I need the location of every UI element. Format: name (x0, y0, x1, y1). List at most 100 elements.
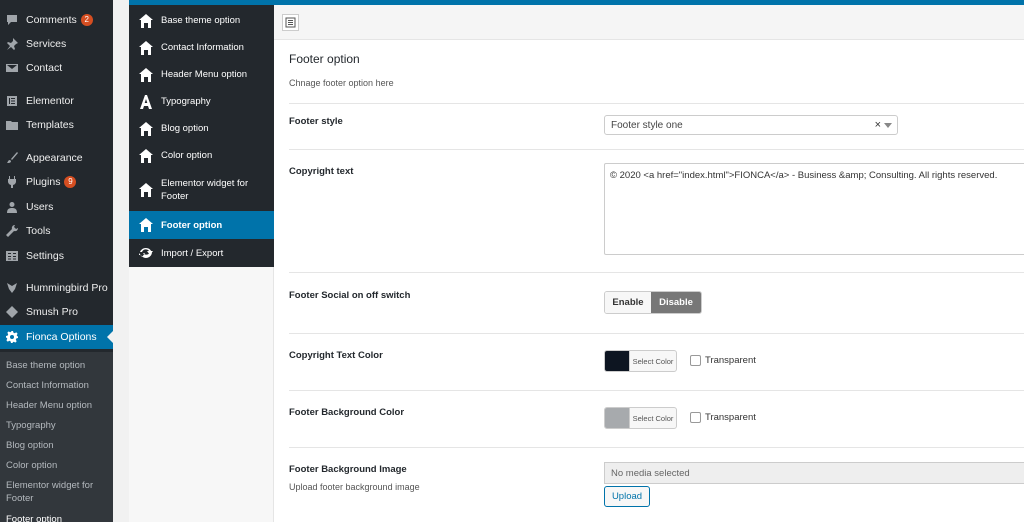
wp-admin-sidebar: Comments 2 Services Contact Elementor Te… (0, 0, 113, 522)
options-menu-label: Typography (161, 96, 211, 107)
divider (289, 272, 1024, 273)
copyright-color-picker[interactable]: Select Color (604, 350, 677, 372)
options-menu-header-menu[interactable]: Header Menu option (129, 61, 274, 88)
clear-icon[interactable]: × (875, 119, 881, 131)
submenu-typography[interactable]: Typography (6, 419, 106, 432)
copyright-text-textarea[interactable]: © 2020 <a href="index.html">FIONCA</a> -… (604, 163, 1024, 255)
submenu-contact-info[interactable]: Contact Information (6, 379, 106, 392)
divider (289, 149, 1024, 150)
comment-icon (4, 13, 20, 27)
divider (289, 447, 1024, 448)
options-menu-label: Base theme option (161, 15, 241, 26)
transparent-checkbox[interactable] (690, 412, 701, 423)
divider (289, 390, 1024, 391)
options-toolbar (274, 5, 1024, 40)
home-icon (138, 67, 154, 83)
submenu-elementor-widget[interactable]: Elementor widget for Footer (6, 479, 106, 505)
options-menu-background (129, 267, 274, 522)
copyright-color-label: Copyright Text Color (289, 350, 383, 361)
options-menu-import-export[interactable]: Import / Export (129, 239, 274, 267)
options-menu-base-theme[interactable]: Base theme option (129, 7, 274, 34)
footer-style-value: Footer style one (611, 119, 683, 131)
hummingbird-icon (4, 281, 20, 295)
wp-menu-label: Users (26, 201, 54, 213)
footer-style-select[interactable]: Footer style one × (604, 115, 898, 135)
options-menu-label: Header Menu option (161, 69, 248, 80)
media-url-field[interactable]: No media selected (604, 462, 1024, 484)
home-icon (138, 148, 154, 164)
options-menu-contact-info[interactable]: Contact Information (129, 34, 274, 61)
wp-menu-label: Comments (26, 14, 77, 26)
wp-menu-appearance[interactable]: Appearance (0, 146, 113, 170)
wp-menu-users[interactable]: Users (0, 195, 113, 219)
brush-icon (4, 151, 20, 165)
wp-menu-contact[interactable]: Contact (0, 56, 113, 80)
options-menu-label: Elementor widget for Footer (161, 178, 249, 202)
mail-icon (4, 61, 20, 75)
divider (289, 333, 1024, 334)
comments-count-badge: 2 (80, 14, 93, 26)
wp-menu-label: Contact (26, 62, 63, 74)
section-title: Footer option (289, 52, 360, 66)
wp-menu-fionca-options[interactable]: Fionca Options (0, 325, 113, 349)
submenu-footer-option[interactable]: Footer option (6, 513, 106, 522)
bg-color-label: Footer Background Color (289, 407, 405, 418)
footer-style-label: Footer style (289, 116, 343, 127)
wp-menu-label: Hummingbird Pro (26, 282, 108, 294)
submenu-base-theme[interactable]: Base theme option (6, 359, 106, 372)
options-menu-elementor-widget[interactable]: Elementor widget for Footer (129, 169, 274, 211)
expand-options-button[interactable] (282, 14, 299, 31)
wp-menu-label: Smush Pro (26, 306, 78, 318)
chevron-down-icon[interactable] (884, 123, 892, 128)
submenu-color[interactable]: Color option (6, 459, 106, 472)
typography-icon (138, 94, 154, 110)
wp-menu-templates[interactable]: Templates (0, 113, 113, 137)
social-switch: Enable Disable (604, 291, 702, 314)
home-icon (138, 217, 154, 233)
select-color-label: Select Color (629, 408, 676, 428)
disable-button[interactable]: Disable (651, 292, 701, 313)
wp-menu-comments[interactable]: Comments 2 (0, 8, 113, 32)
bg-transparent-option: Transparent (690, 412, 756, 423)
plugins-count-badge: 9 (64, 176, 77, 188)
submenu-header-menu[interactable]: Header Menu option (6, 399, 106, 412)
folder-icon (4, 118, 20, 132)
transparent-label: Transparent (705, 355, 756, 366)
wp-menu-services[interactable]: Services (0, 32, 113, 56)
wp-menu-hummingbird[interactable]: Hummingbird Pro (0, 276, 113, 300)
enable-button[interactable]: Enable (605, 292, 651, 313)
options-menu-label: Blog option (161, 123, 209, 134)
wp-menu-elementor[interactable]: Elementor (0, 89, 113, 113)
options-menu-color[interactable]: Color option (129, 142, 274, 169)
divider (289, 103, 1024, 104)
wp-menu-label: Tools (26, 225, 51, 237)
upload-button[interactable]: Upload (604, 486, 650, 507)
wp-menu-settings[interactable]: Settings (0, 244, 113, 268)
options-menu-blog[interactable]: Blog option (129, 115, 274, 142)
options-menu-label: Color option (161, 150, 213, 161)
options-menu-footer[interactable]: Footer option (129, 211, 274, 239)
home-icon (138, 40, 154, 56)
copyright-transparent-option: Transparent (690, 355, 756, 366)
home-icon (138, 13, 154, 29)
wp-menu-label: Services (26, 38, 67, 50)
submenu-blog[interactable]: Blog option (6, 439, 106, 452)
pin-icon (4, 37, 20, 51)
wp-menu-smush[interactable]: Smush Pro (0, 300, 113, 324)
options-menu-typography[interactable]: Typography (129, 88, 274, 115)
section-description: Chnage footer option here (289, 78, 394, 88)
home-icon (138, 182, 154, 198)
wp-menu-plugins[interactable]: Plugins 9 (0, 170, 113, 194)
wp-menu-label: Settings (26, 250, 64, 262)
wp-menu-label: Plugins (26, 176, 61, 188)
gear-icon (4, 330, 20, 344)
options-menu-label: Contact Information (161, 42, 244, 53)
smush-icon (4, 305, 20, 319)
fionca-submenu: Base theme option Contact Information He… (0, 352, 113, 522)
user-icon (4, 200, 20, 214)
list-icon (285, 17, 296, 28)
bg-color-picker[interactable]: Select Color (604, 407, 677, 429)
wp-menu-label: Templates (26, 119, 74, 131)
wp-menu-tools[interactable]: Tools (0, 219, 113, 243)
transparent-checkbox[interactable] (690, 355, 701, 366)
